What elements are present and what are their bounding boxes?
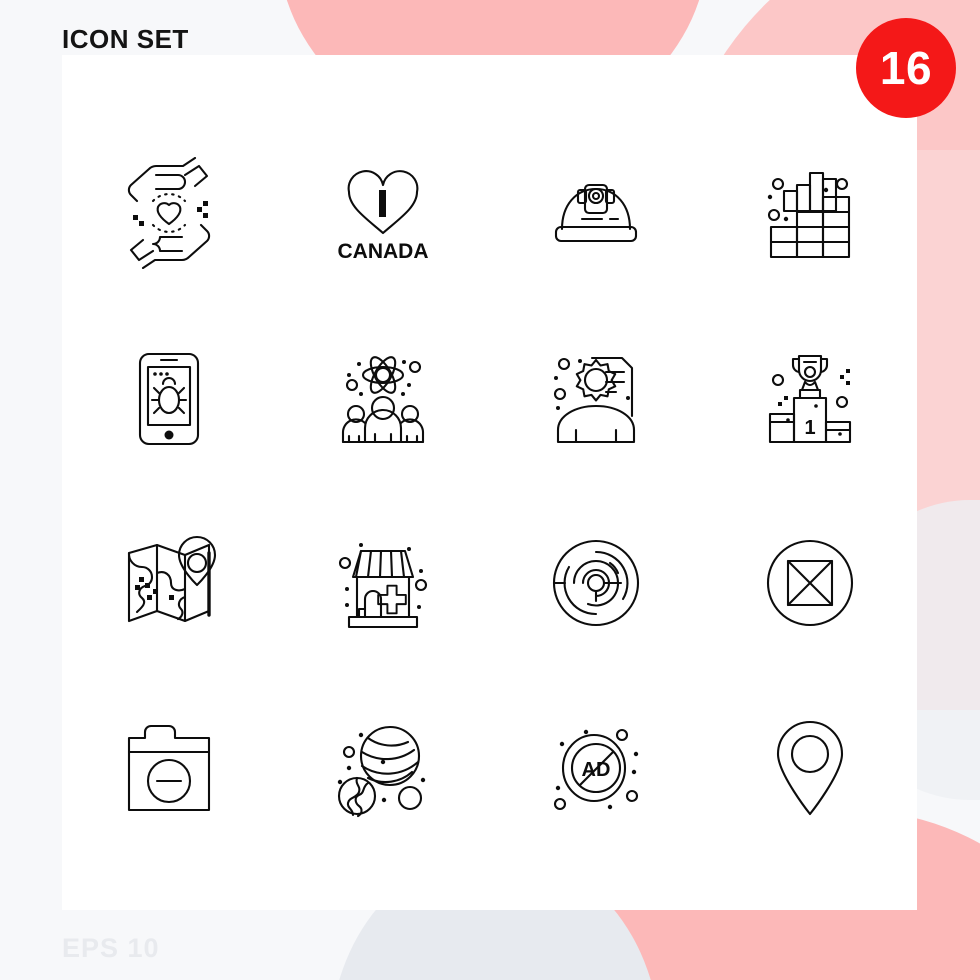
icon-cell-growth-chart[interactable] <box>703 120 917 305</box>
icon-cell-pharmacy-store[interactable] <box>276 490 490 675</box>
folder-remove-minus-icon <box>127 724 210 811</box>
icon-cell-engineer-gear[interactable] <box>490 305 704 490</box>
growth-bar-chart-stairs-icon <box>767 171 851 258</box>
location-pin-icon <box>777 720 844 815</box>
pharmacy-store-icon <box>338 542 427 628</box>
canada-caption: CANADA <box>337 240 428 263</box>
crossed-box-circle-icon <box>767 539 854 626</box>
icon-cell-crossed-box[interactable] <box>703 490 917 675</box>
planets-space-icon <box>337 725 425 817</box>
icon-count-badge: 16 <box>856 18 956 118</box>
circular-maze-labyrinth-icon <box>553 539 640 626</box>
icon-cell-hands-heart-care[interactable] <box>62 120 276 305</box>
icon-count-badge-label: 16 <box>879 42 933 94</box>
mining-helmet-icon <box>555 183 638 242</box>
ad-label: AD <box>582 759 611 781</box>
icon-cell-i-love-canada[interactable]: CANADA <box>276 120 490 305</box>
icon-cell-trophy-podium[interactable]: 1 <box>703 305 917 490</box>
icon-cell-mobile-bug[interactable] <box>62 305 276 490</box>
science-team-atom-icon <box>341 355 424 443</box>
trophy-podium-winner-icon: 1 <box>769 354 852 443</box>
icon-cell-science-team[interactable] <box>276 305 490 490</box>
map-location-pin-icon <box>127 535 216 622</box>
eps-format-label: EPS 10 <box>62 933 160 963</box>
icon-cell-planets[interactable] <box>276 675 490 860</box>
hands-heart-care-icon <box>127 156 211 269</box>
ad-block-icon: AD <box>554 728 639 810</box>
icon-cell-map-location[interactable] <box>62 490 276 675</box>
icon-cell-mining-helmet[interactable] <box>490 120 704 305</box>
i-love-canada-heart-icon: CANADA <box>337 169 428 263</box>
engineer-gear-person-icon <box>554 356 636 443</box>
icon-cell-maze[interactable] <box>490 490 704 675</box>
mobile-bug-virus-icon <box>138 352 199 445</box>
icon-grid: CANADA 1 AD <box>62 120 917 860</box>
icon-cell-folder-remove[interactable] <box>62 675 276 860</box>
icon-cell-location-pin[interactable] <box>703 675 917 860</box>
podium-number: 1 <box>805 417 816 439</box>
icon-cell-ad-block[interactable]: AD <box>490 675 704 860</box>
page-title: ICON SET <box>62 24 189 54</box>
